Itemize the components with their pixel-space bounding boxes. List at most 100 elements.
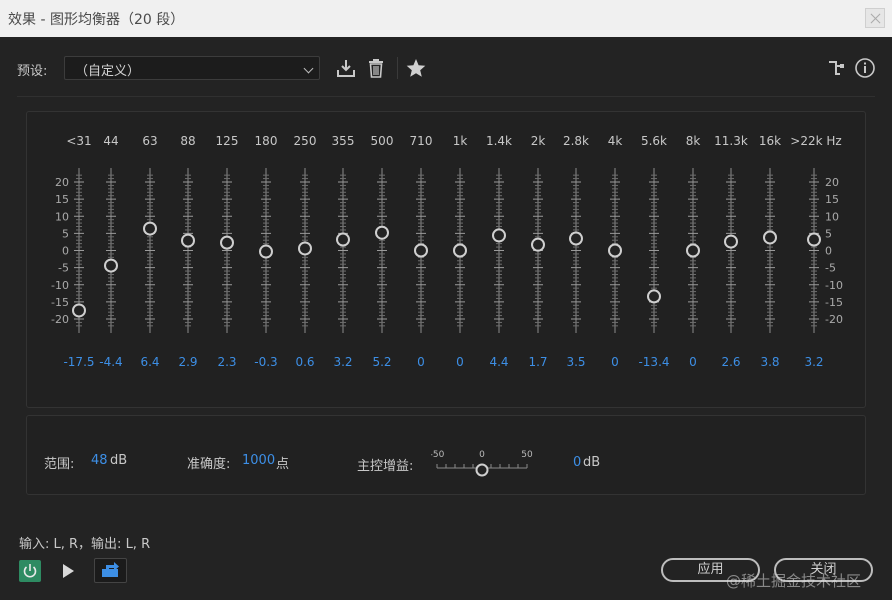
range-value[interactable]: 48 [91, 453, 108, 468]
band-gain-value[interactable]: 0 [689, 355, 697, 369]
scale-label-right: 5 [825, 227, 832, 240]
slider-thumb[interactable] [569, 231, 583, 246]
band-label: 1.4k [486, 134, 512, 148]
accuracy-label: 准确度: [187, 457, 231, 472]
band-label: 355 [332, 134, 355, 148]
slider-thumb[interactable] [763, 230, 777, 245]
slider-thumb[interactable] [298, 241, 312, 256]
master-gain-scale-label: 50 [521, 450, 533, 460]
band-gain-value[interactable]: 5.2 [372, 355, 391, 369]
slider-thumb[interactable] [807, 232, 821, 247]
scale-label-left: 15 [55, 193, 69, 206]
slider-thumb[interactable] [336, 232, 350, 247]
scale-label-left: -10 [51, 279, 69, 292]
master-gain-unit: dB [583, 455, 601, 470]
band-gain-value[interactable]: 0 [611, 355, 619, 369]
power-toggle-button[interactable] [19, 560, 41, 582]
band-label: 63 [142, 134, 157, 148]
power-icon [23, 564, 37, 578]
band-label: 5.6k [641, 134, 667, 148]
band-label: 500 [371, 134, 394, 148]
band-gain-value[interactable]: 2.3 [217, 355, 236, 369]
master-gain-value[interactable]: 0 [573, 455, 581, 470]
slider-thumb[interactable] [259, 244, 273, 259]
slider-thumb[interactable] [531, 237, 545, 252]
master-gain-label: 主控增益: [357, 459, 414, 474]
eq-sliders: 20 2015 1510 105 50 0-5 -5-10 -10-15 -15-20 -20<3… [51, 134, 843, 369]
preset-label: 预设: [17, 64, 48, 79]
slider-thumb[interactable] [414, 243, 428, 258]
band-gain-value[interactable]: 6.4 [140, 355, 159, 369]
slider-thumb[interactable] [724, 234, 738, 249]
window-title: 效果 - 图形均衡器（20 段） [8, 12, 185, 28]
band-gain-value[interactable]: 2.9 [178, 355, 197, 369]
slider-thumb[interactable] [647, 289, 661, 304]
preset-value: （自定义） [75, 64, 141, 79]
band-gain-value[interactable]: -13.4 [638, 355, 669, 369]
scale-label-right: 20 [825, 176, 839, 189]
band-gain-value[interactable]: 0 [417, 355, 425, 369]
band-label: 180 [255, 134, 278, 148]
scale-label-right: 15 [825, 193, 839, 206]
slider-thumb[interactable] [375, 225, 389, 240]
band-gain-value[interactable]: 0.6 [295, 355, 314, 369]
scale-label-left: -5 [58, 262, 69, 275]
accuracy-value[interactable]: 1000 [242, 453, 275, 468]
slider-thumb[interactable] [453, 243, 467, 258]
band-gain-value[interactable]: -4.4 [99, 355, 122, 369]
scale-label-left: 5 [62, 227, 69, 240]
play-button[interactable] [63, 564, 74, 578]
master-gain-scale-label: -50 [431, 450, 445, 460]
band-gain-value[interactable]: 3.2 [804, 355, 823, 369]
slider-thumb[interactable] [220, 235, 234, 250]
scale-label-right: -10 [825, 279, 843, 292]
scale-label-right: -5 [825, 262, 836, 275]
band-gain-value[interactable]: -17.5 [63, 355, 94, 369]
band-gain-value[interactable]: 3.5 [566, 355, 585, 369]
accuracy-unit: 点 [276, 457, 290, 472]
window-close-button[interactable] [865, 8, 885, 28]
band-gain-value[interactable]: 4.4 [489, 355, 508, 369]
band-gain-value[interactable]: 3.2 [333, 355, 352, 369]
save-preset-icon[interactable] [335, 57, 357, 79]
io-channels: 输入: L, R，输出: L, R [19, 537, 151, 552]
band-gain-value[interactable]: -0.3 [254, 355, 277, 369]
slider-thumb[interactable] [143, 221, 157, 236]
delete-preset-icon[interactable] [365, 57, 387, 79]
toolbar-separator [397, 57, 398, 79]
band-label: 88 [180, 134, 195, 148]
scale-label-left: -20 [51, 313, 69, 326]
band-label: <31 [66, 134, 91, 148]
band-label: 2.8k [563, 134, 589, 148]
band-label: 125 [216, 134, 239, 148]
band-gain-value[interactable]: 0 [456, 355, 464, 369]
slider-thumb[interactable] [686, 243, 700, 258]
export-icon [102, 562, 119, 577]
master-gain-slider[interactable]: -50 0 50 [431, 448, 541, 478]
loop-export-button[interactable] [94, 558, 127, 583]
band-gain-value[interactable]: 1.7 [528, 355, 547, 369]
master-gain-scale-label: 0 [479, 450, 485, 460]
preset-dropdown[interactable]: （自定义） [64, 56, 320, 80]
master-gain-thumb[interactable] [475, 463, 489, 477]
scale-label-right: 10 [825, 210, 839, 223]
slider-thumb[interactable] [104, 258, 118, 273]
band-label: 44 [103, 134, 118, 148]
title-bar: 效果 - 图形均衡器（20 段） [0, 0, 892, 37]
range-label: 范围: [44, 457, 75, 472]
slider-thumb[interactable] [608, 243, 622, 258]
band-label: 1k [453, 134, 468, 148]
band-label: >22k Hz [790, 134, 841, 148]
band-label: 16k [759, 134, 781, 148]
routing-icon[interactable] [826, 57, 848, 79]
slider-thumb[interactable] [181, 233, 195, 248]
scale-label-left: 20 [55, 176, 69, 189]
slider-thumb[interactable] [492, 228, 506, 243]
scale-label-left: 0 [62, 245, 69, 258]
scale-label-left: 10 [55, 210, 69, 223]
band-gain-value[interactable]: 3.8 [760, 355, 779, 369]
slider-thumb[interactable] [72, 303, 86, 318]
band-gain-value[interactable]: 2.6 [721, 355, 740, 369]
favorite-star-icon[interactable] [405, 57, 427, 79]
info-icon[interactable] [854, 57, 876, 79]
